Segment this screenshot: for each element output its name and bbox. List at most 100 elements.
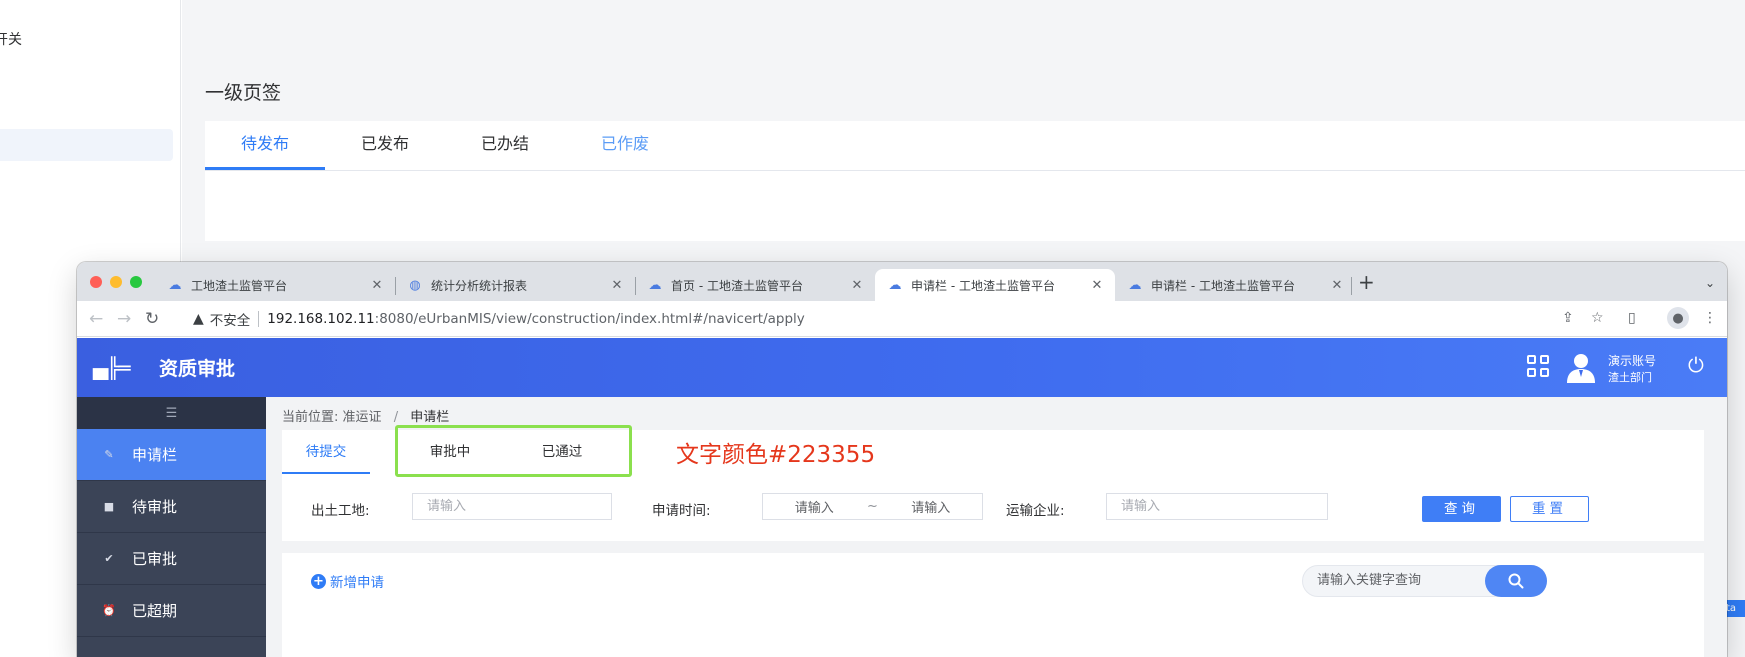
breadcrumb-parent[interactable]: 准运证 bbox=[343, 410, 382, 425]
add-application-label: 新增申请 bbox=[330, 575, 384, 591]
company-label: 运输企业: bbox=[1006, 503, 1065, 519]
side-panel-icon[interactable]: ▯ bbox=[1628, 310, 1636, 326]
background-tab-card: 待发布 已发布 已办结 已作废 bbox=[205, 121, 1745, 241]
browser-tab-1[interactable]: ☁ 工地渣土监管平台 ✕ bbox=[155, 269, 395, 301]
close-window-button[interactable] bbox=[90, 276, 102, 288]
breadcrumb-current: 申请栏 bbox=[410, 410, 450, 425]
power-icon[interactable]: ⏻ bbox=[1688, 353, 1704, 377]
back-arrow-icon[interactable]: ← bbox=[89, 309, 103, 329]
sidebar-item-pending[interactable]: ■ 待审批 bbox=[77, 481, 266, 533]
browser-tab-title: 工地渣土监管平台 bbox=[191, 278, 288, 293]
sidebar-item-label: 已超期 bbox=[132, 602, 178, 620]
clipboard-icon: ■ bbox=[103, 500, 115, 513]
browser-tab-5[interactable]: ☁ 申请栏 - 工地渣土监管平台 ✕ bbox=[1115, 269, 1355, 301]
company-input[interactable]: 请输入 bbox=[1106, 493, 1328, 520]
date-start[interactable]: 请输入 bbox=[763, 497, 866, 516]
tab-gap bbox=[370, 430, 394, 474]
alarm-clock-icon: ⏰ bbox=[102, 604, 116, 617]
app-header: ▄╠═ 资质审批 演示账号 渣土部门 ⏻ bbox=[77, 338, 1727, 397]
maximize-window-button[interactable] bbox=[130, 276, 142, 288]
background-tab-voided[interactable]: 已作废 bbox=[565, 121, 685, 170]
bookmark-star-icon[interactable]: ☆ bbox=[1591, 310, 1604, 326]
sidebar-item-overdue[interactable]: ⏰ 已超期 bbox=[77, 585, 266, 637]
highlight-box bbox=[395, 425, 632, 477]
tab-separator bbox=[1351, 277, 1352, 295]
forward-arrow-icon[interactable]: → bbox=[117, 309, 131, 329]
user-department: 渣土部门 bbox=[1608, 371, 1652, 384]
background-tab-pending[interactable]: 待发布 bbox=[205, 121, 325, 170]
background-sidebar-fragment: 开关 bbox=[0, 32, 22, 48]
address-divider bbox=[258, 311, 260, 327]
site-label: 出土工地: bbox=[311, 503, 370, 519]
search-button[interactable] bbox=[1485, 565, 1547, 597]
background-tab-published[interactable]: 已发布 bbox=[325, 121, 445, 170]
address-bar-row: ← → ↻ ▲ 不安全 192.168.102.11 :8080/eUrbanM… bbox=[77, 301, 1727, 337]
user-avatar-icon[interactable] bbox=[1564, 350, 1598, 384]
url-host: 192.168.102.11 bbox=[267, 311, 375, 327]
background-tabs: 待发布 已发布 已办结 已作废 bbox=[205, 121, 1745, 171]
sidebar-item-label: 已审批 bbox=[132, 550, 178, 568]
background-sidebar-active-row bbox=[0, 129, 173, 161]
cloud-icon: ☁ bbox=[1128, 277, 1142, 293]
browser-tab-title: 申请栏 - 工地渣土监管平台 bbox=[911, 278, 1055, 293]
edge-badge: ta bbox=[1726, 600, 1745, 617]
more-menu-icon[interactable]: ⋮ bbox=[1703, 310, 1717, 326]
plus-circle-icon: + bbox=[311, 573, 326, 589]
filter-card: 待提交 审批中 已通过 文字颜色#223355 出土工地: 请输入 申请时间: … bbox=[282, 425, 1704, 541]
date-separator: ~ bbox=[867, 499, 878, 514]
breadcrumb: 当前位置: 准运证 / 申请栏 bbox=[282, 406, 449, 425]
close-icon[interactable]: ✕ bbox=[609, 278, 625, 293]
clipboard-check-icon: ✔ bbox=[104, 552, 114, 565]
menu-collapse-icon[interactable]: ☰ bbox=[77, 397, 266, 429]
url-path: :8080/eUrbanMIS/view/construction/index.… bbox=[374, 311, 805, 327]
user-name[interactable]: 演示账号 bbox=[1608, 352, 1656, 369]
sidebar-item-label: 待审批 bbox=[132, 498, 178, 516]
search-icon bbox=[1508, 573, 1524, 589]
add-application-button[interactable]: + 新增申请 bbox=[311, 571, 384, 591]
tab-draft[interactable]: 待提交 bbox=[282, 430, 370, 474]
close-icon[interactable]: ✕ bbox=[1329, 278, 1345, 293]
app-title: 资质审批 bbox=[159, 358, 236, 380]
minimize-window-button[interactable] bbox=[110, 276, 122, 288]
app-grid-icon[interactable] bbox=[1527, 355, 1549, 377]
time-label: 申请时间: bbox=[652, 503, 711, 519]
cloud-icon: ☁ bbox=[888, 277, 902, 293]
background-tab-completed[interactable]: 已办结 bbox=[445, 121, 565, 170]
query-button[interactable]: 查询 bbox=[1422, 496, 1501, 522]
insecure-label[interactable]: 不安全 bbox=[210, 309, 251, 329]
address-field[interactable]: ▲ 不安全 192.168.102.11 :8080/eUrbanMIS/vie… bbox=[189, 306, 1643, 332]
date-range-input[interactable]: 请输入 ~ 请输入 bbox=[762, 493, 983, 520]
warning-triangle-icon[interactable]: ▲ bbox=[193, 311, 204, 327]
app-sidebar: ☰ ✎ 申请栏 ■ 待审批 ✔ 已审批 ⏰ 已超期 bbox=[77, 397, 266, 657]
tab-search-chevron-icon[interactable]: ⌄ bbox=[1705, 276, 1715, 290]
new-tab-button[interactable]: + bbox=[1358, 272, 1375, 292]
close-icon[interactable]: ✕ bbox=[849, 278, 865, 293]
browser-tab-title: 统计分析统计报表 bbox=[431, 278, 528, 293]
profile-avatar-icon[interactable]: ● bbox=[1667, 307, 1689, 329]
background-page-title: 一级页签 bbox=[205, 82, 282, 104]
breadcrumb-prefix: 当前位置: bbox=[282, 410, 339, 425]
reset-button[interactable]: 重置 bbox=[1510, 496, 1589, 522]
sidebar-item-approved[interactable]: ✔ 已审批 bbox=[77, 533, 266, 585]
close-icon[interactable]: ✕ bbox=[1089, 278, 1105, 293]
close-icon[interactable]: ✕ bbox=[369, 278, 385, 293]
browser-window: ☁ 工地渣土监管平台 ✕ ◍ 统计分析统计报表 ✕ ☁ 首页 - 工地渣土监管平… bbox=[77, 262, 1727, 657]
site-input[interactable]: 请输入 bbox=[412, 493, 612, 520]
share-icon[interactable]: ⇪ bbox=[1562, 310, 1574, 326]
sidebar-item-apply[interactable]: ✎ 申请栏 bbox=[77, 429, 266, 481]
browser-tab-title: 申请栏 - 工地渣土监管平台 bbox=[1151, 278, 1295, 293]
edit-form-icon: ✎ bbox=[104, 448, 114, 461]
browser-tab-3[interactable]: ☁ 首页 - 工地渣土监管平台 ✕ bbox=[635, 269, 875, 301]
date-end[interactable]: 请输入 bbox=[880, 497, 983, 516]
browser-tab-2[interactable]: ◍ 统计分析统计报表 ✕ bbox=[395, 269, 635, 301]
reload-icon[interactable]: ↻ bbox=[145, 309, 159, 329]
brand-logo: ▄╠═ bbox=[93, 356, 130, 380]
breadcrumb-separator: / bbox=[393, 410, 399, 425]
list-card: + 新增申请 请输入关键字查询 bbox=[282, 553, 1704, 657]
browser-tab-title: 首页 - 工地渣土监管平台 bbox=[671, 278, 803, 293]
app-content: 当前位置: 准运证 / 申请栏 待提交 审批中 已通过 文字颜色#223355 … bbox=[266, 397, 1727, 657]
browser-tabstrip: ☁ 工地渣土监管平台 ✕ ◍ 统计分析统计报表 ✕ ☁ 首页 - 工地渣土监管平… bbox=[77, 262, 1727, 301]
cloud-icon: ☁ bbox=[168, 277, 182, 293]
cloud-icon: ☁ bbox=[648, 277, 662, 293]
browser-tab-4-active[interactable]: ☁ 申请栏 - 工地渣土监管平台 ✕ bbox=[875, 269, 1115, 301]
